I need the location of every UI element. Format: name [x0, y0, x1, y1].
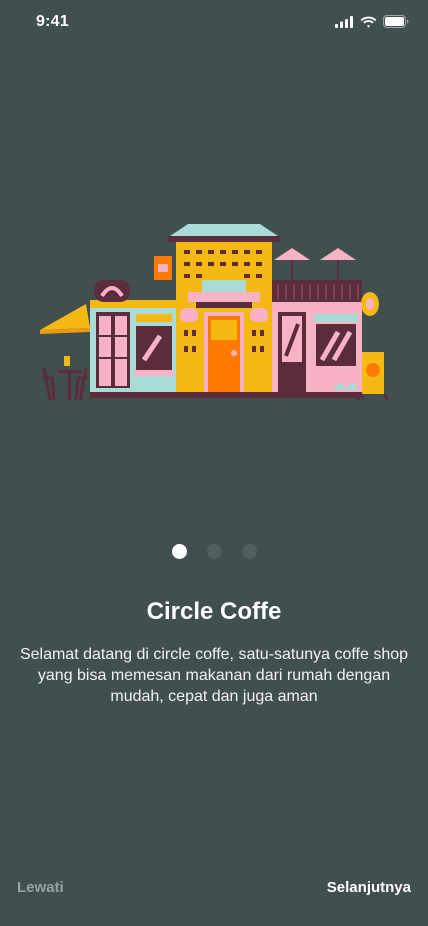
page-dot-1[interactable]	[171, 544, 187, 559]
battery-icon	[383, 15, 409, 28]
coffee-shop-illustration	[40, 224, 390, 401]
status-bar: 9:41	[0, 0, 428, 44]
skip-button[interactable]: Lewati	[17, 879, 64, 896]
onboarding-title: Circle Coffe	[146, 598, 282, 625]
page-dot-3[interactable]	[241, 544, 257, 559]
wifi-icon	[360, 16, 377, 28]
status-icons	[335, 15, 410, 28]
next-button[interactable]: Selanjutnya	[327, 879, 411, 896]
onboarding-description: Selamat datang di circle coffe, satu-sat…	[19, 646, 409, 705]
page-dot-2[interactable]	[206, 544, 222, 559]
status-time: 9:41	[36, 13, 69, 30]
cellular-signal-icon	[335, 15, 353, 28]
page-indicator	[0, 544, 428, 559]
